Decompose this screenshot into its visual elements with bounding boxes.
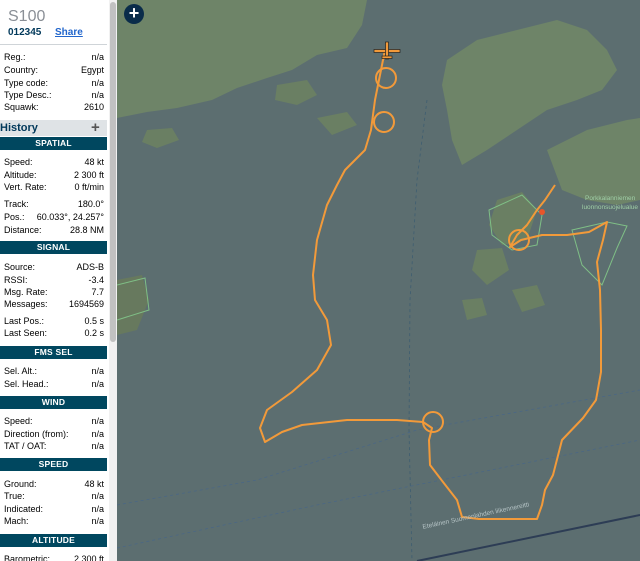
- row-indicated-speed: Indicated: n/a: [4, 504, 104, 514]
- share-link[interactable]: Share: [55, 27, 83, 38]
- track-loop-3: [422, 411, 444, 433]
- row-altitude: Altitude: 2 300 ft: [4, 170, 104, 180]
- row-speed: Speed: 48 kt: [4, 157, 104, 167]
- zoom-in-icon[interactable]: +: [124, 4, 144, 24]
- land-island-a: [275, 80, 317, 105]
- section-header-spatial: SPATIAL: [0, 137, 107, 150]
- plus-icon[interactable]: +: [91, 119, 100, 136]
- history-label: History: [0, 122, 38, 134]
- row-ground-speed: Ground: 48 kt: [4, 479, 104, 489]
- track-start-point: [539, 209, 545, 215]
- row-msg-rate: Msg. Rate: 7.7: [4, 287, 104, 297]
- aircraft-hex[interactable]: 012345: [8, 27, 41, 38]
- row-wind-direction: Direction (from): n/a: [4, 429, 104, 439]
- info-row-reg: Reg.: n/a: [4, 52, 104, 62]
- flight-track: [259, 49, 608, 520]
- info-row-type-code: Type code: n/a: [4, 78, 104, 88]
- land-east: [547, 118, 640, 205]
- row-barometric: Barometric: 2 300 ft: [4, 554, 104, 561]
- land-northwest: [117, 0, 367, 118]
- info-row-country: Country: Egypt: [4, 65, 104, 75]
- row-messages: Messages: 1694569: [4, 299, 104, 309]
- row-position: Pos.: 60.033°, 24.257°: [4, 212, 104, 222]
- history-toggle[interactable]: History +: [0, 119, 107, 136]
- land-island-b: [142, 128, 179, 148]
- aircraft-callsign: S100: [8, 8, 46, 25]
- section-header-speed: SPEED: [0, 458, 107, 471]
- row-sel-head: Sel. Head.: n/a: [4, 379, 104, 389]
- row-wind-speed: Speed: n/a: [4, 416, 104, 426]
- info-row-type-desc: Type Desc.: n/a: [4, 90, 104, 100]
- aircraft-icon: [373, 41, 401, 60]
- row-mach: Mach: n/a: [4, 516, 104, 526]
- scrollbar-thumb[interactable]: [110, 2, 116, 342]
- land-island-c: [317, 112, 357, 135]
- divider: [0, 44, 107, 45]
- shipping-lane: [117, 389, 640, 506]
- row-vert-rate: Vert. Rate: 0 ft/min: [4, 182, 104, 192]
- land-east-island-b: [472, 248, 509, 285]
- map-view[interactable]: + Porkkalanniemen luonnonsuojelualue Ete…: [117, 0, 640, 561]
- land-east-island-d: [462, 298, 487, 320]
- section-header-altitude: ALTITUDE: [0, 534, 107, 547]
- row-true-speed: True: n/a: [4, 491, 104, 501]
- info-row-squawk: Squawk: 2610: [4, 102, 104, 112]
- row-last-seen: Last Seen: 0.2 s: [4, 328, 104, 338]
- track-loop-2: [373, 111, 395, 133]
- row-source: Source: ADS-B: [4, 262, 104, 272]
- row-rssi: RSSI: -3.4: [4, 275, 104, 285]
- row-sel-alt: Sel. Alt.: n/a: [4, 366, 104, 376]
- section-header-signal: SIGNAL: [0, 241, 107, 254]
- row-track: Track: 180.0°: [4, 199, 104, 209]
- row-last-pos: Last Pos.: 0.5 s: [4, 316, 104, 326]
- map-label-park: luonnonsuojelualue: [582, 204, 639, 211]
- section-header-fms-sel: FMS SEL: [0, 346, 107, 359]
- panel-scrollbar[interactable]: [109, 0, 117, 561]
- map-canvas[interactable]: [117, 0, 640, 561]
- row-distance: Distance: 28.8 NM: [4, 225, 104, 235]
- airspace-boundary: [408, 99, 428, 561]
- land-east-island-c: [512, 285, 545, 312]
- aircraft-info-panel: S100 012345 Share Reg.: n/a Country: Egypt…: [0, 0, 117, 561]
- section-header-wind: WIND: [0, 396, 107, 409]
- row-tat-oat: TAT / OAT: n/a: [4, 441, 104, 451]
- map-label-town: Porkkalanniemen: [585, 195, 636, 202]
